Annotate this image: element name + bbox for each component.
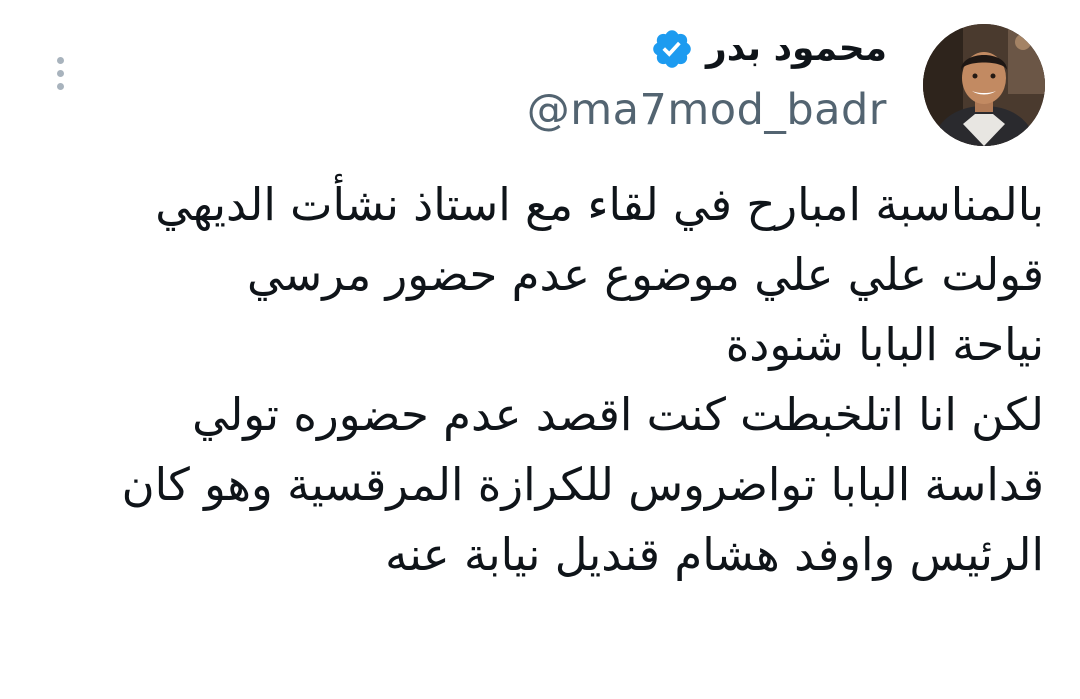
vertical-ellipsis-icon [56, 69, 64, 77]
verified-badge-icon [653, 30, 691, 68]
tweet-text: بالمناسبة امبارح في لقاء مع استاذ نشأت ا… [34, 170, 1044, 590]
tweet-text-line: لكن انا اتلخبطت كنت اقصد عدم حضوره تولي [192, 388, 1044, 441]
vertical-ellipsis-icon [56, 56, 64, 64]
tweet-text-line: قداسة البابا تواضروس للكرازة المرقسية وه… [121, 458, 1044, 511]
tweet-card: محمود بدر @ma7mod_badr بالمناسبة امبارح … [0, 0, 1080, 699]
tweet-text-line: بالمناسبة امبارح في لقاء مع استاذ نشأت ا… [155, 178, 1044, 231]
author-handle[interactable]: @ma7mod_badr [527, 82, 887, 138]
avatar[interactable] [923, 24, 1045, 146]
author-name-row[interactable]: محمود بدر [650, 22, 887, 76]
author-display-name[interactable]: محمود بدر [706, 22, 887, 76]
more-options-button[interactable] [44, 50, 76, 96]
vertical-ellipsis-icon [56, 82, 64, 90]
tweet-text-line: قولت علي علي موضوع عدم حضور مرسي [247, 248, 1044, 301]
user-photo-avatar-icon [923, 24, 1045, 146]
tweet-text-line: الرئيس واوفد هشام قنديل نيابة عنه [385, 528, 1044, 581]
tweet-text-line: نياحة البابا شنودة [725, 318, 1044, 371]
